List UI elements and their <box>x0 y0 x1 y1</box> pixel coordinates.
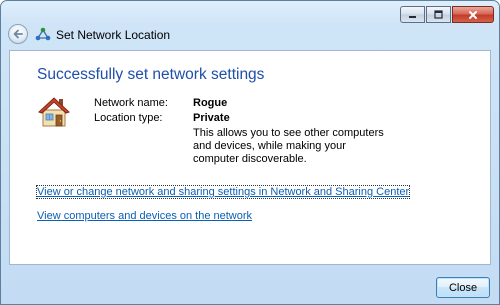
title-bar: Set Network Location <box>1 1 499 51</box>
network-name-label: Network name: <box>94 97 168 109</box>
back-arrow-icon <box>13 29 23 39</box>
close-icon <box>469 10 477 19</box>
location-description: This allows you to see other computers a… <box>193 127 384 165</box>
network-icon <box>35 27 51 41</box>
house-icon <box>38 97 70 127</box>
maximize-button[interactable] <box>426 6 451 23</box>
minimize-icon <box>409 16 416 18</box>
minimize-button[interactable] <box>400 6 425 23</box>
view-computers-link[interactable]: View computers and devices on the networ… <box>37 210 252 222</box>
dialog-window: Set Network Location Successfully set ne… <box>0 0 500 305</box>
network-name-value: Rogue <box>193 97 228 109</box>
window-controls <box>400 6 494 23</box>
content-panel: Successfully set network settings Networ… <box>9 50 491 265</box>
network-sharing-center-link[interactable]: View or change network and sharing setti… <box>35 185 411 199</box>
location-type-value: Private <box>193 112 230 124</box>
page-heading: Successfully set network settings <box>37 66 265 83</box>
back-button[interactable] <box>8 24 28 44</box>
window-close-button[interactable] <box>452 6 494 23</box>
maximize-icon <box>434 10 443 19</box>
location-type-label: Location type: <box>94 112 163 124</box>
close-button[interactable]: Close <box>436 277 490 298</box>
window-title: Set Network Location <box>56 28 171 42</box>
